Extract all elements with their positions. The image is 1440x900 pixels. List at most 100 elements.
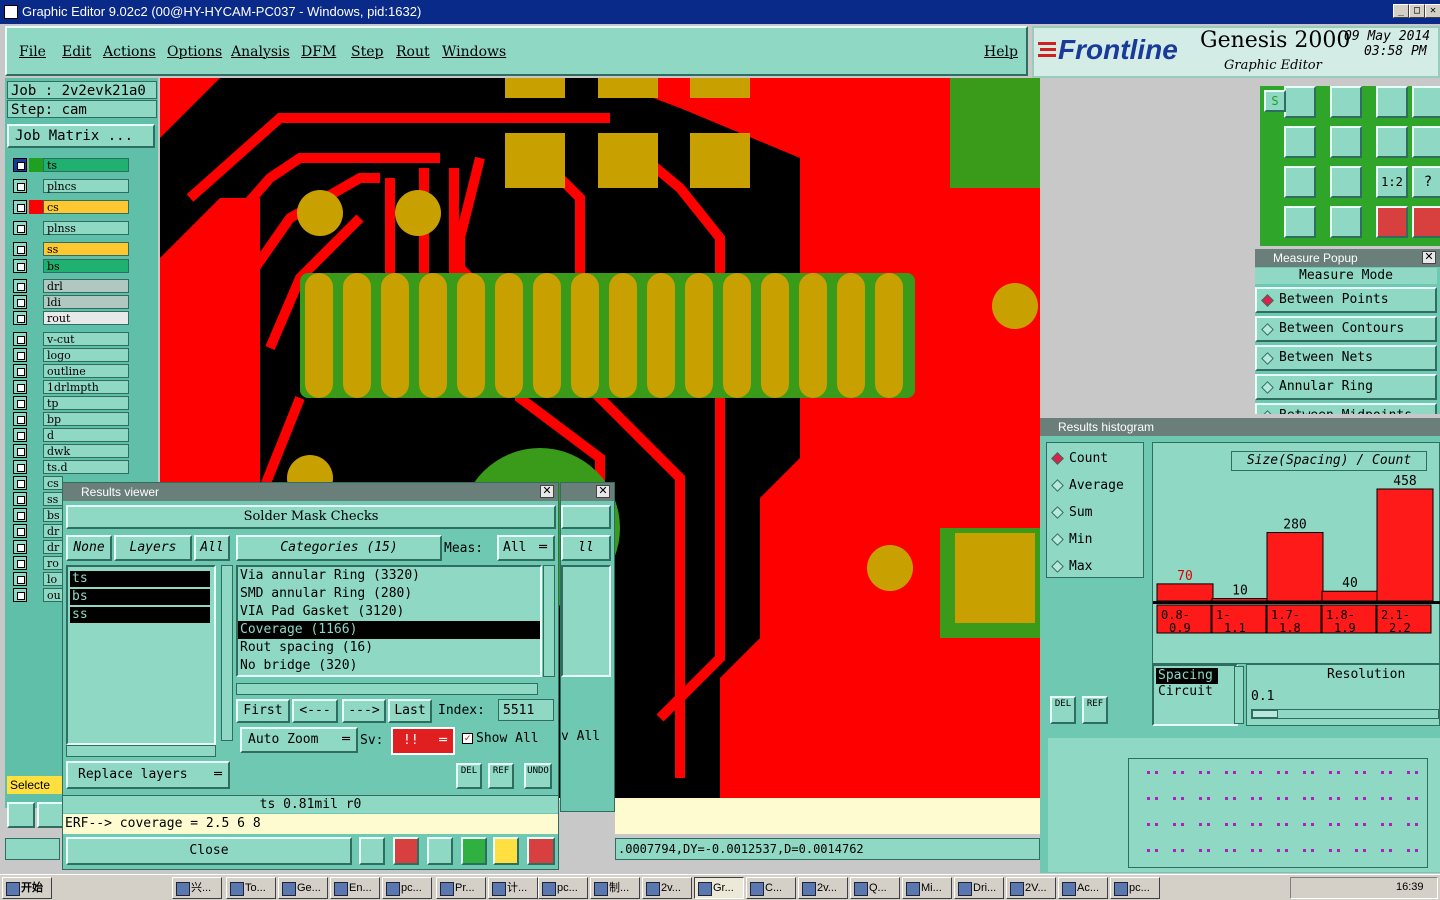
layers-list[interactable]: ts bs ss xyxy=(66,565,216,745)
layer-row-ldi[interactable]: ldi xyxy=(13,295,129,309)
layer-row-plncs[interactable]: plncs xyxy=(13,179,129,193)
layer-checkbox[interactable] xyxy=(13,412,27,426)
layer-name[interactable]: dr xyxy=(43,524,63,538)
show-all-checkbox[interactable]: ✓ xyxy=(462,733,473,744)
taskbar-item[interactable]: pc... xyxy=(538,877,588,899)
histogram-bar[interactable] xyxy=(1376,488,1434,602)
histogram-bar[interactable] xyxy=(1211,598,1269,602)
categories-scrollbar[interactable] xyxy=(543,565,555,677)
layer-checkbox[interactable] xyxy=(13,444,27,458)
category-item[interactable]: Coverage (1166) xyxy=(238,621,540,639)
layer-row-v-cut[interactable]: v-cut xyxy=(13,332,129,346)
layer-name[interactable]: plncs xyxy=(43,179,129,193)
replace-layers-dropdown[interactable]: Replace layers ═ xyxy=(66,761,230,789)
taskbar-item[interactable]: 2v... xyxy=(798,877,848,899)
close-icon[interactable]: ✕ xyxy=(596,485,610,498)
menu-file[interactable]: File xyxy=(19,44,46,60)
taskbar-item[interactable]: Ac... xyxy=(1058,877,1108,899)
taskbar-item[interactable]: Mi... xyxy=(902,877,952,899)
layer-name[interactable]: drl xyxy=(43,279,129,293)
toolbar-icon-1[interactable] xyxy=(359,837,385,865)
menu-analysis[interactable]: Analysis xyxy=(231,44,290,60)
layer-checkbox[interactable] xyxy=(13,221,27,235)
layer-checkbox[interactable] xyxy=(13,259,27,273)
taskbar-item[interactable]: pc... xyxy=(1110,877,1160,899)
net-icon[interactable] xyxy=(1412,206,1440,238)
taskbar-item[interactable]: 2V... xyxy=(1006,877,1056,899)
layer-checkbox[interactable] xyxy=(13,428,27,442)
layer-name[interactable]: dwk xyxy=(43,444,129,458)
histogram-bar[interactable] xyxy=(1156,583,1214,602)
categories-list[interactable]: Via annular Ring (3320) SMD annular Ring … xyxy=(236,565,542,677)
auto-zoom-dropdown[interactable]: Auto Zoom ═ xyxy=(240,727,358,753)
first-button[interactable]: First xyxy=(236,699,290,723)
category-item[interactable]: No bridge (320) xyxy=(238,657,540,675)
layer-name[interactable]: ou xyxy=(43,588,63,602)
layers-button[interactable]: Layers xyxy=(114,535,192,561)
layer-name[interactable]: ldi xyxy=(43,295,129,309)
fit-icon[interactable] xyxy=(1284,166,1316,198)
layer-name[interactable]: dr xyxy=(43,540,63,554)
window-icon[interactable] xyxy=(1376,86,1408,118)
layer-row-cs[interactable]: cs xyxy=(13,200,129,214)
measure-option[interactable]: Annular Ring xyxy=(1255,374,1437,400)
layer-checkbox[interactable] xyxy=(13,556,27,570)
layer-checkbox[interactable] xyxy=(13,332,27,346)
layer-name[interactable]: ro xyxy=(43,556,63,570)
undo-button[interactable]: UNDO xyxy=(524,763,552,789)
histogram-icon[interactable] xyxy=(527,837,555,865)
histogram-option[interactable]: Average xyxy=(1047,474,1143,498)
minimize-icon[interactable]: _ xyxy=(1393,4,1409,18)
layer-checkbox[interactable] xyxy=(13,364,27,378)
layer-name[interactable]: lo xyxy=(43,572,63,586)
close-icon[interactable]: ✕ xyxy=(1425,4,1440,18)
category-item[interactable]: SMD annular Ring (280) xyxy=(238,585,540,603)
menu-options[interactable]: Options xyxy=(167,44,222,60)
index-input[interactable] xyxy=(498,699,554,721)
zoom-home-icon[interactable] xyxy=(1284,86,1316,118)
histogram-bar[interactable] xyxy=(1321,590,1379,602)
menu-dfm[interactable]: DFM xyxy=(301,44,336,60)
meas-dropdown[interactable]: All ═ xyxy=(497,535,555,561)
measure-option[interactable]: Between Contours xyxy=(1255,316,1437,342)
pan-left-icon[interactable] xyxy=(1284,126,1316,158)
menu-windows[interactable]: Windows xyxy=(442,44,506,60)
category-item[interactable]: Via annular Ring (3320) xyxy=(238,567,540,585)
layer-checkbox[interactable] xyxy=(13,492,27,506)
measure-option[interactable]: Between Points xyxy=(1255,287,1437,313)
snap-icon[interactable] xyxy=(1412,126,1440,158)
del-button[interactable]: DEL xyxy=(456,763,482,789)
layer-name[interactable]: 1drlmpth xyxy=(43,380,129,394)
toolbar-icon-5[interactable] xyxy=(493,837,519,865)
layer-checkbox[interactable] xyxy=(13,348,27,362)
layer-checkbox[interactable] xyxy=(13,540,27,554)
toolbar-icon-3[interactable] xyxy=(427,837,453,865)
histogram-option[interactable]: Sum xyxy=(1047,501,1143,525)
layer-checkbox[interactable] xyxy=(13,295,27,309)
tool-icon-2[interactable] xyxy=(37,802,65,828)
layers-scrollbar[interactable] xyxy=(221,565,233,741)
help-icon[interactable]: ? xyxy=(1412,166,1440,198)
layer-item-bs[interactable]: bs xyxy=(70,589,210,605)
layer-name[interactable]: ts xyxy=(43,158,129,172)
layer-row-rout[interactable]: rout xyxy=(13,311,129,325)
layer-name[interactable]: ts.d xyxy=(43,460,129,474)
histo-ref-button[interactable]: REF xyxy=(1082,696,1108,724)
menu-actions[interactable]: Actions xyxy=(103,44,156,60)
layer-item-ss[interactable]: ss xyxy=(70,607,210,623)
layer-row-logo[interactable]: logo xyxy=(13,348,129,362)
taskbar-item[interactable]: Gr... xyxy=(694,877,744,899)
layer-row-dwk[interactable]: dwk xyxy=(13,444,129,458)
close-icon[interactable]: ✕ xyxy=(540,485,554,498)
taskbar-item[interactable]: To... xyxy=(226,877,276,899)
maximize-icon[interactable]: □ xyxy=(1409,4,1425,18)
layer-checkbox[interactable] xyxy=(13,460,27,474)
job-matrix-button[interactable]: Job Matrix ... xyxy=(7,124,155,148)
layer-name[interactable]: tp xyxy=(43,396,129,410)
taskbar-item[interactable]: Q... xyxy=(850,877,900,899)
layer-row-plnss[interactable]: plnss xyxy=(13,221,129,235)
taskbar-item[interactable]: 制... xyxy=(590,877,640,899)
layer-checkbox[interactable] xyxy=(13,476,27,490)
categories-button[interactable]: Categories (15) xyxy=(236,535,442,561)
layer-checkbox[interactable] xyxy=(13,279,27,293)
